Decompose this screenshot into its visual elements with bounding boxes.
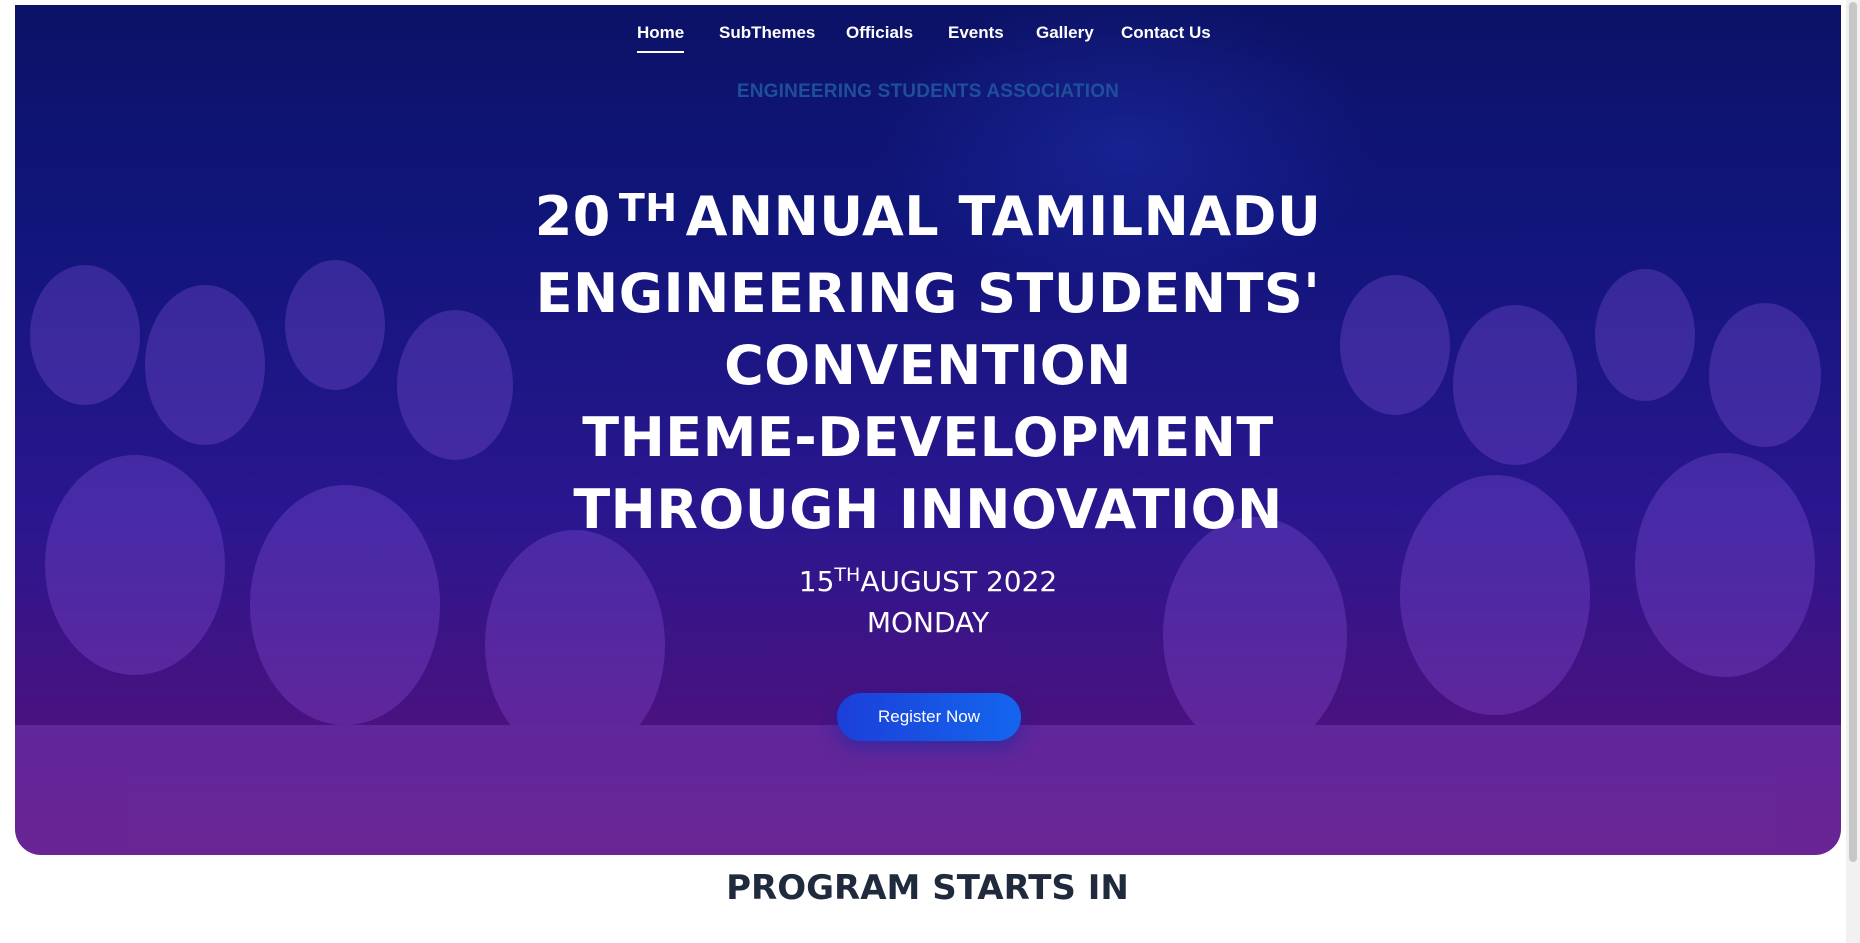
nav-subthemes[interactable]: SubThemes	[719, 21, 815, 45]
nav-gallery[interactable]: Gallery	[1036, 21, 1094, 45]
nav-home[interactable]: Home	[637, 21, 685, 53]
headline-line-5: THROUGH INNOVATION	[573, 478, 1283, 541]
hero-banner: Home SubThemes Officials Events Gallery …	[15, 5, 1841, 855]
headline-line-3: CONVENTION	[724, 334, 1132, 397]
headline-line-1-text: ANNUAL TAMILNADU	[685, 185, 1322, 248]
headline-number: 20	[534, 185, 611, 248]
nav-officials[interactable]: Officials	[846, 21, 913, 45]
headline-line-2: ENGINEERING STUDENTS'	[535, 262, 1321, 325]
register-now-button[interactable]: Register Now	[837, 693, 1021, 741]
event-headline: 20 TH ANNUAL TAMILNADU ENGINEERING STUDENT…	[15, 181, 1841, 546]
event-weekday: MONDAY	[866, 606, 990, 639]
event-day-suffix: TH	[834, 564, 861, 586]
program-countdown-heading: PROGRAM STARTS IN	[726, 868, 1129, 908]
event-day: 15	[798, 565, 835, 598]
scrollbar-thumb[interactable]	[1849, 2, 1857, 862]
event-date: 15THAUGUST 2022 MONDAY	[15, 563, 1841, 641]
organization-name: ENGINEERING STUDENTS ASSOCIATION	[736, 81, 1120, 102]
top-navigation: Home SubThemes Officials Events Gallery …	[15, 21, 1841, 61]
nav-contact-us[interactable]: Contact Us	[1121, 21, 1211, 45]
headline-ordinal: TH	[618, 186, 678, 230]
headline-line-1: 20 TH ANNUAL TAMILNADU	[15, 181, 1841, 258]
headline-line-4: THEME-DEVELOPMENT	[582, 406, 1274, 469]
nav-events[interactable]: Events	[948, 21, 1004, 45]
event-month-year: AUGUST 2022	[860, 565, 1058, 598]
event-date-line: 15THAUGUST 2022	[15, 563, 1841, 604]
page: Home SubThemes Officials Events Gallery …	[0, 0, 1860, 943]
page-scrollbar[interactable]	[1846, 0, 1860, 943]
